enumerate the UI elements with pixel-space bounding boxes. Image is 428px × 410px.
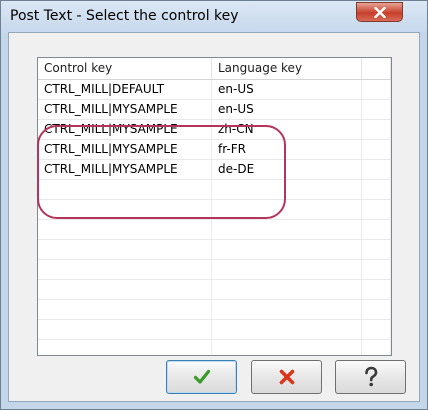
- help-button[interactable]: [335, 360, 406, 394]
- cell-control-key: CTRL_MILL|MYSAMPLE: [38, 160, 212, 179]
- cell-empty: [212, 340, 362, 355]
- cell-empty: [362, 300, 391, 319]
- control-key-list[interactable]: Control key Language key CTRL_MILL|DEFAU…: [37, 57, 392, 356]
- empty-row: [38, 240, 391, 260]
- dialog-client-area: Control key Language key CTRL_MILL|DEFAU…: [8, 32, 420, 402]
- checkmark-icon: [193, 369, 210, 384]
- empty-row: [38, 340, 391, 355]
- cell-filler: [362, 160, 391, 179]
- x-mark-icon: [279, 369, 294, 385]
- empty-row: [38, 180, 391, 200]
- cell-empty: [212, 180, 362, 199]
- dialog-window: Post Text - Select the control key Contr…: [0, 0, 428, 410]
- cell-empty: [38, 340, 212, 355]
- cell-control-key: CTRL_MILL|MYSAMPLE: [38, 120, 212, 139]
- cell-language-key: zh-CN: [212, 120, 362, 139]
- cell-empty: [362, 200, 391, 219]
- cell-empty: [38, 240, 212, 259]
- cell-empty: [38, 200, 212, 219]
- cell-empty: [362, 240, 391, 259]
- cell-language-key: en-US: [212, 100, 362, 119]
- cell-filler: [362, 100, 391, 119]
- cell-empty: [212, 240, 362, 259]
- cell-empty: [362, 180, 391, 199]
- cell-control-key: CTRL_MILL|MYSAMPLE: [38, 140, 212, 159]
- list-rows: CTRL_MILL|DEFAULT en-US CTRL_MILL|MYSAMP…: [38, 80, 391, 355]
- cell-empty: [212, 320, 362, 339]
- table-row[interactable]: CTRL_MILL|MYSAMPLE en-US: [38, 100, 391, 120]
- cell-language-key: fr-FR: [212, 140, 362, 159]
- close-icon: [373, 6, 386, 18]
- cell-empty: [362, 340, 391, 355]
- cell-control-key: CTRL_MILL|DEFAULT: [38, 80, 212, 99]
- empty-row: [38, 300, 391, 320]
- cell-empty: [38, 260, 212, 279]
- cell-empty: [212, 200, 362, 219]
- cancel-button[interactable]: [251, 360, 322, 394]
- cell-control-key: CTRL_MILL|MYSAMPLE: [38, 100, 212, 119]
- cell-empty: [38, 220, 212, 239]
- cell-empty: [38, 280, 212, 299]
- column-header-control-key[interactable]: Control key: [38, 58, 212, 79]
- cell-empty: [38, 300, 212, 319]
- cell-empty: [212, 300, 362, 319]
- empty-row: [38, 320, 391, 340]
- empty-row: [38, 280, 391, 300]
- question-mark-icon: [364, 366, 377, 387]
- title-bar[interactable]: Post Text - Select the control key: [1, 1, 427, 33]
- cell-empty: [362, 280, 391, 299]
- cell-empty: [362, 220, 391, 239]
- cell-empty: [212, 220, 362, 239]
- cell-language-key: en-US: [212, 80, 362, 99]
- cell-empty: [362, 260, 391, 279]
- column-header-language-key[interactable]: Language key: [212, 58, 362, 79]
- column-header-filler: [362, 58, 391, 79]
- table-row[interactable]: CTRL_MILL|MYSAMPLE de-DE: [38, 160, 391, 180]
- list-header: Control key Language key: [38, 58, 391, 80]
- window-title: Post Text - Select the control key: [10, 8, 239, 24]
- cell-filler: [362, 140, 391, 159]
- cell-empty: [38, 320, 212, 339]
- cell-filler: [362, 80, 391, 99]
- empty-row: [38, 260, 391, 280]
- ok-button[interactable]: [166, 360, 237, 394]
- table-row[interactable]: CTRL_MILL|DEFAULT en-US: [38, 80, 391, 100]
- cell-language-key: de-DE: [212, 160, 362, 179]
- cell-filler: [362, 120, 391, 139]
- cell-empty: [38, 180, 212, 199]
- cell-empty: [212, 280, 362, 299]
- close-button[interactable]: [356, 2, 403, 22]
- cell-empty: [362, 320, 391, 339]
- empty-row: [38, 200, 391, 220]
- empty-row: [38, 220, 391, 240]
- table-row[interactable]: CTRL_MILL|MYSAMPLE zh-CN: [38, 120, 391, 140]
- table-row[interactable]: CTRL_MILL|MYSAMPLE fr-FR: [38, 140, 391, 160]
- cell-empty: [212, 260, 362, 279]
